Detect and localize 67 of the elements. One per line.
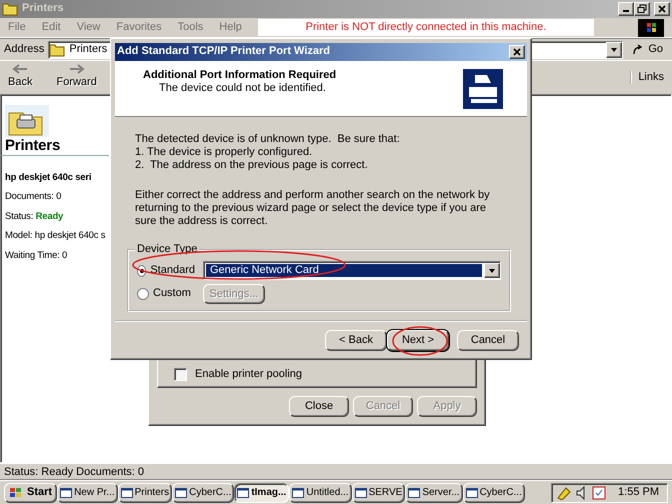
body-text: The detected device is of unknown type. Be sure that: [135,133,401,146]
folder-icon [2,1,18,17]
start-button[interactable]: Start [4,482,58,502]
taskbar-button[interactable]: CyberC... [462,482,525,502]
status-bar: Status: Ready Documents: 0 [0,463,672,480]
windows-logo-icon [638,19,664,37]
taskbar-button[interactable]: CyberC... [172,482,234,502]
links-button[interactable]: Links [630,70,664,84]
detail-text: Model: hp deskjet 640c s [5,230,106,242]
windows-flag-icon [9,486,23,498]
taskbar-button[interactable]: New Pr... [57,482,118,502]
dropdown-button[interactable] [606,42,622,58]
header-title: Additional Port Information Required [143,69,336,82]
restore-button[interactable] [634,2,650,16]
restore-icon [637,4,647,14]
body-text: 1. The device is properly configured. [135,146,314,160]
address-label: Address [4,42,44,56]
window-icon [175,486,188,498]
pane-title: Printers [5,137,62,155]
dialog-button[interactable]: Close [289,396,349,417]
window-icon [466,486,478,498]
wizard-button[interactable]: < Back [325,330,387,351]
wizard-button[interactable]: Cancel [457,330,519,351]
taskbar-button[interactable]: Server... [405,482,463,502]
dialog-title: Add Standard TCP/IP Printer Port Wizard [117,45,330,59]
printer-icon [463,69,503,109]
window-icon [354,486,367,498]
checkbox-label: Enable printer pooling [195,368,302,382]
dropdown-button[interactable] [484,263,500,278]
header-subtitle: The device could not be identified. [158,82,327,96]
tray-app-icon [592,486,606,500]
close-button[interactable] [654,2,670,16]
taskbar-button[interactable]: SERVE [352,482,406,502]
arrow-icon [632,44,644,56]
printer-folder-icon [5,103,49,137]
body-text: 2. The address on the previous page is correct. [135,159,369,173]
taskbar-button[interactable]: Printers [118,482,172,502]
back-arrow-icon [12,64,28,74]
close-icon [512,47,522,57]
detail-text: Waiting Time: 0 [5,250,68,261]
minimize-button[interactable] [618,2,634,16]
window-icon [60,486,72,498]
wizard-button[interactable]: Next > [387,330,449,351]
go-button[interactable]: Go [627,40,668,59]
close-button[interactable] [509,45,525,59]
close-icon [657,4,667,14]
annotation-ellipse [392,326,448,356]
printer-name: hp deskjet 640c seri [5,172,92,184]
body-text: Either correct the address and perform another search on the network by returning to the previous wizard page or select the device type if you are sure the address is correct. [135,188,491,228]
radio-option[interactable]: Custom [137,287,195,301]
address-value: Printers [69,42,108,56]
dropdown-field[interactable]: Generic Network Card [203,261,501,280]
checkbox[interactable] [174,368,187,382]
window-icon [237,486,250,498]
clock: 1:55 PM [618,486,659,500]
window-icon [408,486,420,498]
forward-arrow-icon [68,64,85,74]
folder-icon [49,42,66,58]
detail-text: Status: Ready [5,210,64,222]
taskbar-button[interactable]: tImag... [234,482,290,502]
window-icon [120,486,133,498]
window-title: Printers [22,2,64,16]
window-icon [292,486,304,498]
taskbar-button[interactable]: Untitled... [289,482,352,502]
detail-text: Documents: 0 [5,191,62,203]
radio-option[interactable]: Standard [137,264,195,278]
annotation-text: Printer is NOT directly connected in this machine. [258,18,594,36]
